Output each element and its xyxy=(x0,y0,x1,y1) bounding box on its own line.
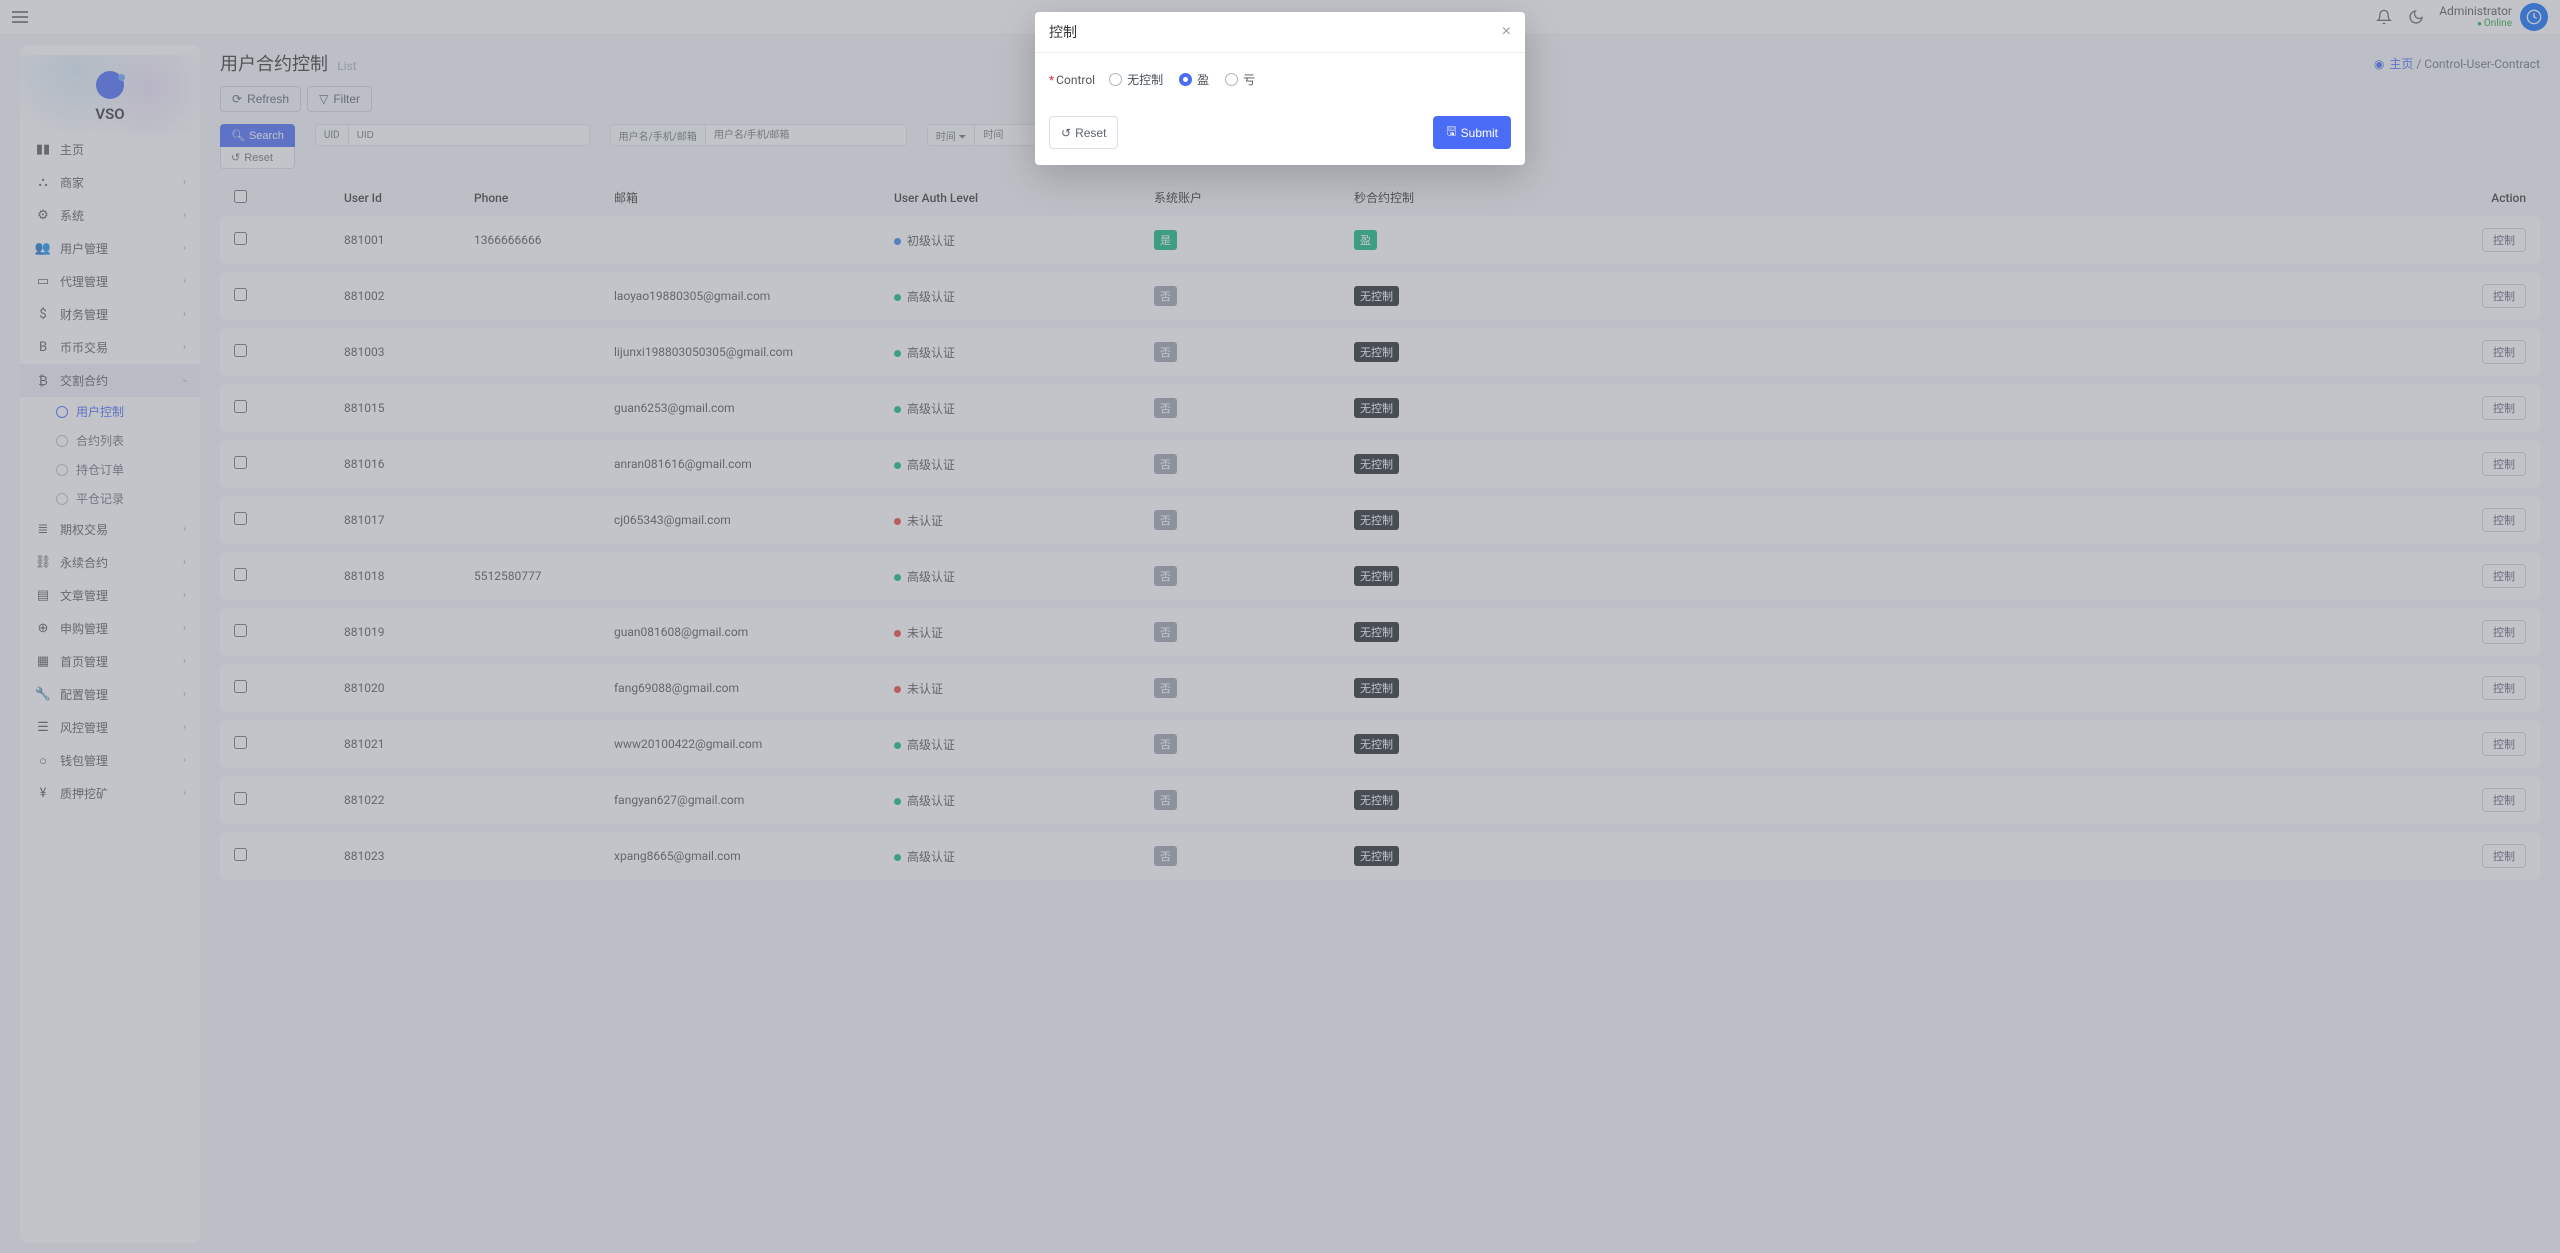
radio-none[interactable]: 无控制 xyxy=(1109,71,1163,88)
control-radio-group: 无控制 盈 亏 xyxy=(1109,71,1255,88)
undo-icon: ↺ xyxy=(1061,126,1071,140)
modal-overlay[interactable]: 控制 × *Control 无控制 盈 亏 ↺ Reset 🖫 Submit xyxy=(0,0,2560,1253)
radio-win[interactable]: 盈 xyxy=(1179,71,1209,88)
modal-submit-button[interactable]: 🖫 Submit xyxy=(1433,116,1511,149)
modal-title: 控制 xyxy=(1049,22,1077,42)
radio-lose[interactable]: 亏 xyxy=(1225,71,1255,88)
modal-close-button[interactable]: × xyxy=(1502,23,1511,41)
modal-reset-button[interactable]: ↺ Reset xyxy=(1049,116,1118,149)
control-modal: 控制 × *Control 无控制 盈 亏 ↺ Reset 🖫 Submit xyxy=(1035,12,1525,165)
control-label: *Control xyxy=(1049,73,1095,87)
save-icon: 🖫 xyxy=(1446,122,1456,143)
